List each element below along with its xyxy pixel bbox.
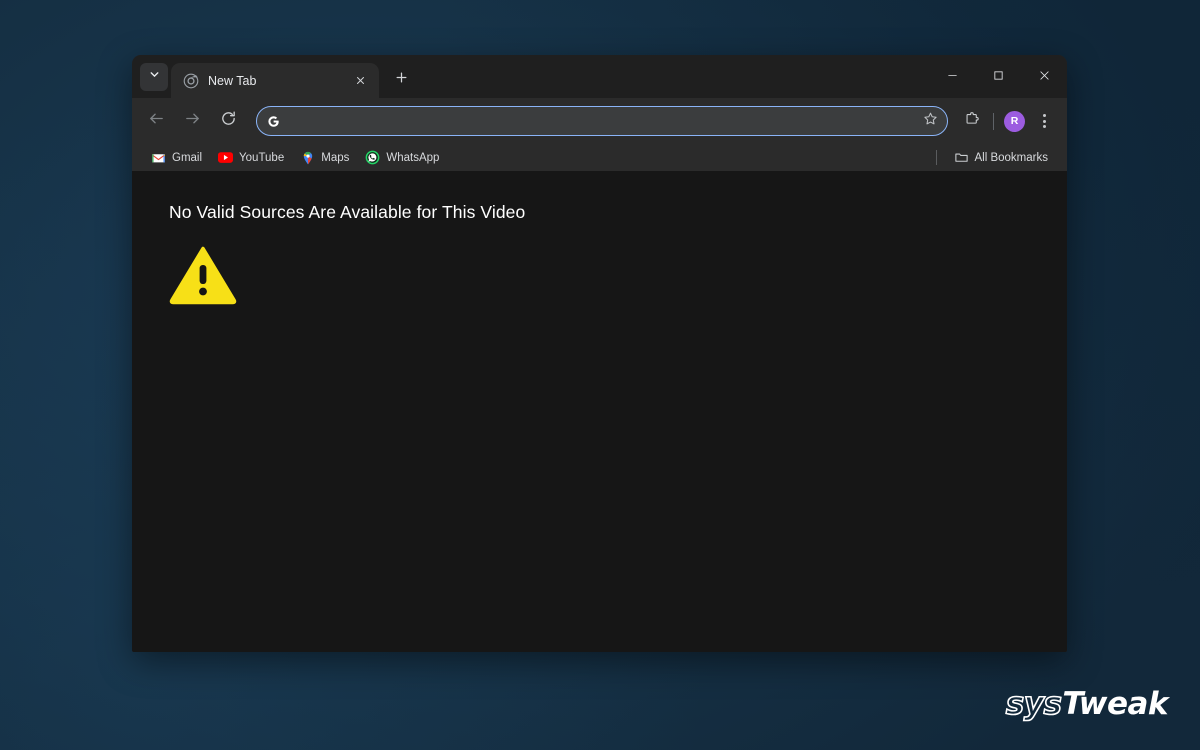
chrome-icon <box>183 73 199 89</box>
bookmarks-bar-right: All Bookmarks <box>936 147 1058 168</box>
systweak-logo: sys Tweak <box>1006 686 1168 722</box>
page-content: No Valid Sources Are Available for This … <box>132 171 1067 652</box>
arrow-right-icon <box>184 110 201 132</box>
youtube-icon <box>218 150 233 165</box>
folder-icon <box>954 150 969 165</box>
bookmark-item-maps[interactable]: Maps <box>293 147 356 168</box>
all-bookmarks-label: All Bookmarks <box>975 152 1049 164</box>
browser-window: New Tab <box>132 55 1067 652</box>
bookmark-star-button[interactable] <box>918 109 942 133</box>
new-tab-button[interactable] <box>387 66 415 94</box>
bookmark-label: WhatsApp <box>386 152 439 164</box>
bookmark-item-gmail[interactable]: Gmail <box>144 147 209 168</box>
bookmarks-divider <box>936 150 937 165</box>
tab-strip: New Tab <box>132 55 1067 98</box>
window-maximize-button[interactable] <box>975 55 1021 98</box>
reload-icon <box>220 110 237 132</box>
warning-triangle-icon <box>169 244 237 306</box>
close-icon <box>1039 68 1050 86</box>
bookmark-label: Maps <box>321 152 349 164</box>
profile-avatar[interactable]: R <box>1004 111 1025 132</box>
three-dots-icon <box>1043 114 1046 117</box>
puzzle-icon <box>964 111 980 132</box>
bookmark-item-whatsapp[interactable]: WhatsApp <box>358 147 446 168</box>
bookmark-label: Gmail <box>172 152 202 164</box>
window-minimize-button[interactable] <box>929 55 975 98</box>
whatsapp-icon <box>365 150 380 165</box>
window-controls <box>929 55 1067 98</box>
tab-title: New Tab <box>208 74 351 88</box>
window-close-button[interactable] <box>1021 55 1067 98</box>
bookmarks-bar: Gmail YouTube Maps <box>132 144 1067 171</box>
bookmark-label: YouTube <box>239 152 284 164</box>
extensions-button[interactable] <box>958 107 986 135</box>
logo-tweak-text: Tweak <box>1062 686 1168 722</box>
all-bookmarks-button[interactable]: All Bookmarks <box>947 147 1056 168</box>
chrome-menu-button[interactable] <box>1031 107 1057 135</box>
back-button[interactable] <box>141 106 171 136</box>
google-maps-icon <box>300 150 315 165</box>
chevron-down-icon <box>148 68 161 86</box>
tab-new-tab[interactable]: New Tab <box>171 63 379 98</box>
star-icon <box>923 111 938 131</box>
maximize-icon <box>993 68 1004 86</box>
minimize-icon <box>947 68 958 86</box>
arrow-left-icon <box>148 110 165 132</box>
address-bar[interactable] <box>256 106 948 136</box>
gmail-icon <box>151 150 166 165</box>
toolbar-divider <box>993 113 994 130</box>
google-g-icon <box>266 114 281 129</box>
page-title: No Valid Sources Are Available for This … <box>169 202 525 223</box>
reload-button[interactable] <box>213 106 243 136</box>
logo-sys-text: sys <box>1006 686 1062 722</box>
tab-search-button[interactable] <box>140 63 168 91</box>
tab-close-button[interactable] <box>351 72 369 90</box>
address-bar-input[interactable] <box>290 114 918 128</box>
forward-button[interactable] <box>177 106 207 136</box>
plus-icon <box>395 71 408 89</box>
bookmark-item-youtube[interactable]: YouTube <box>211 147 291 168</box>
browser-toolbar: R <box>132 98 1067 144</box>
